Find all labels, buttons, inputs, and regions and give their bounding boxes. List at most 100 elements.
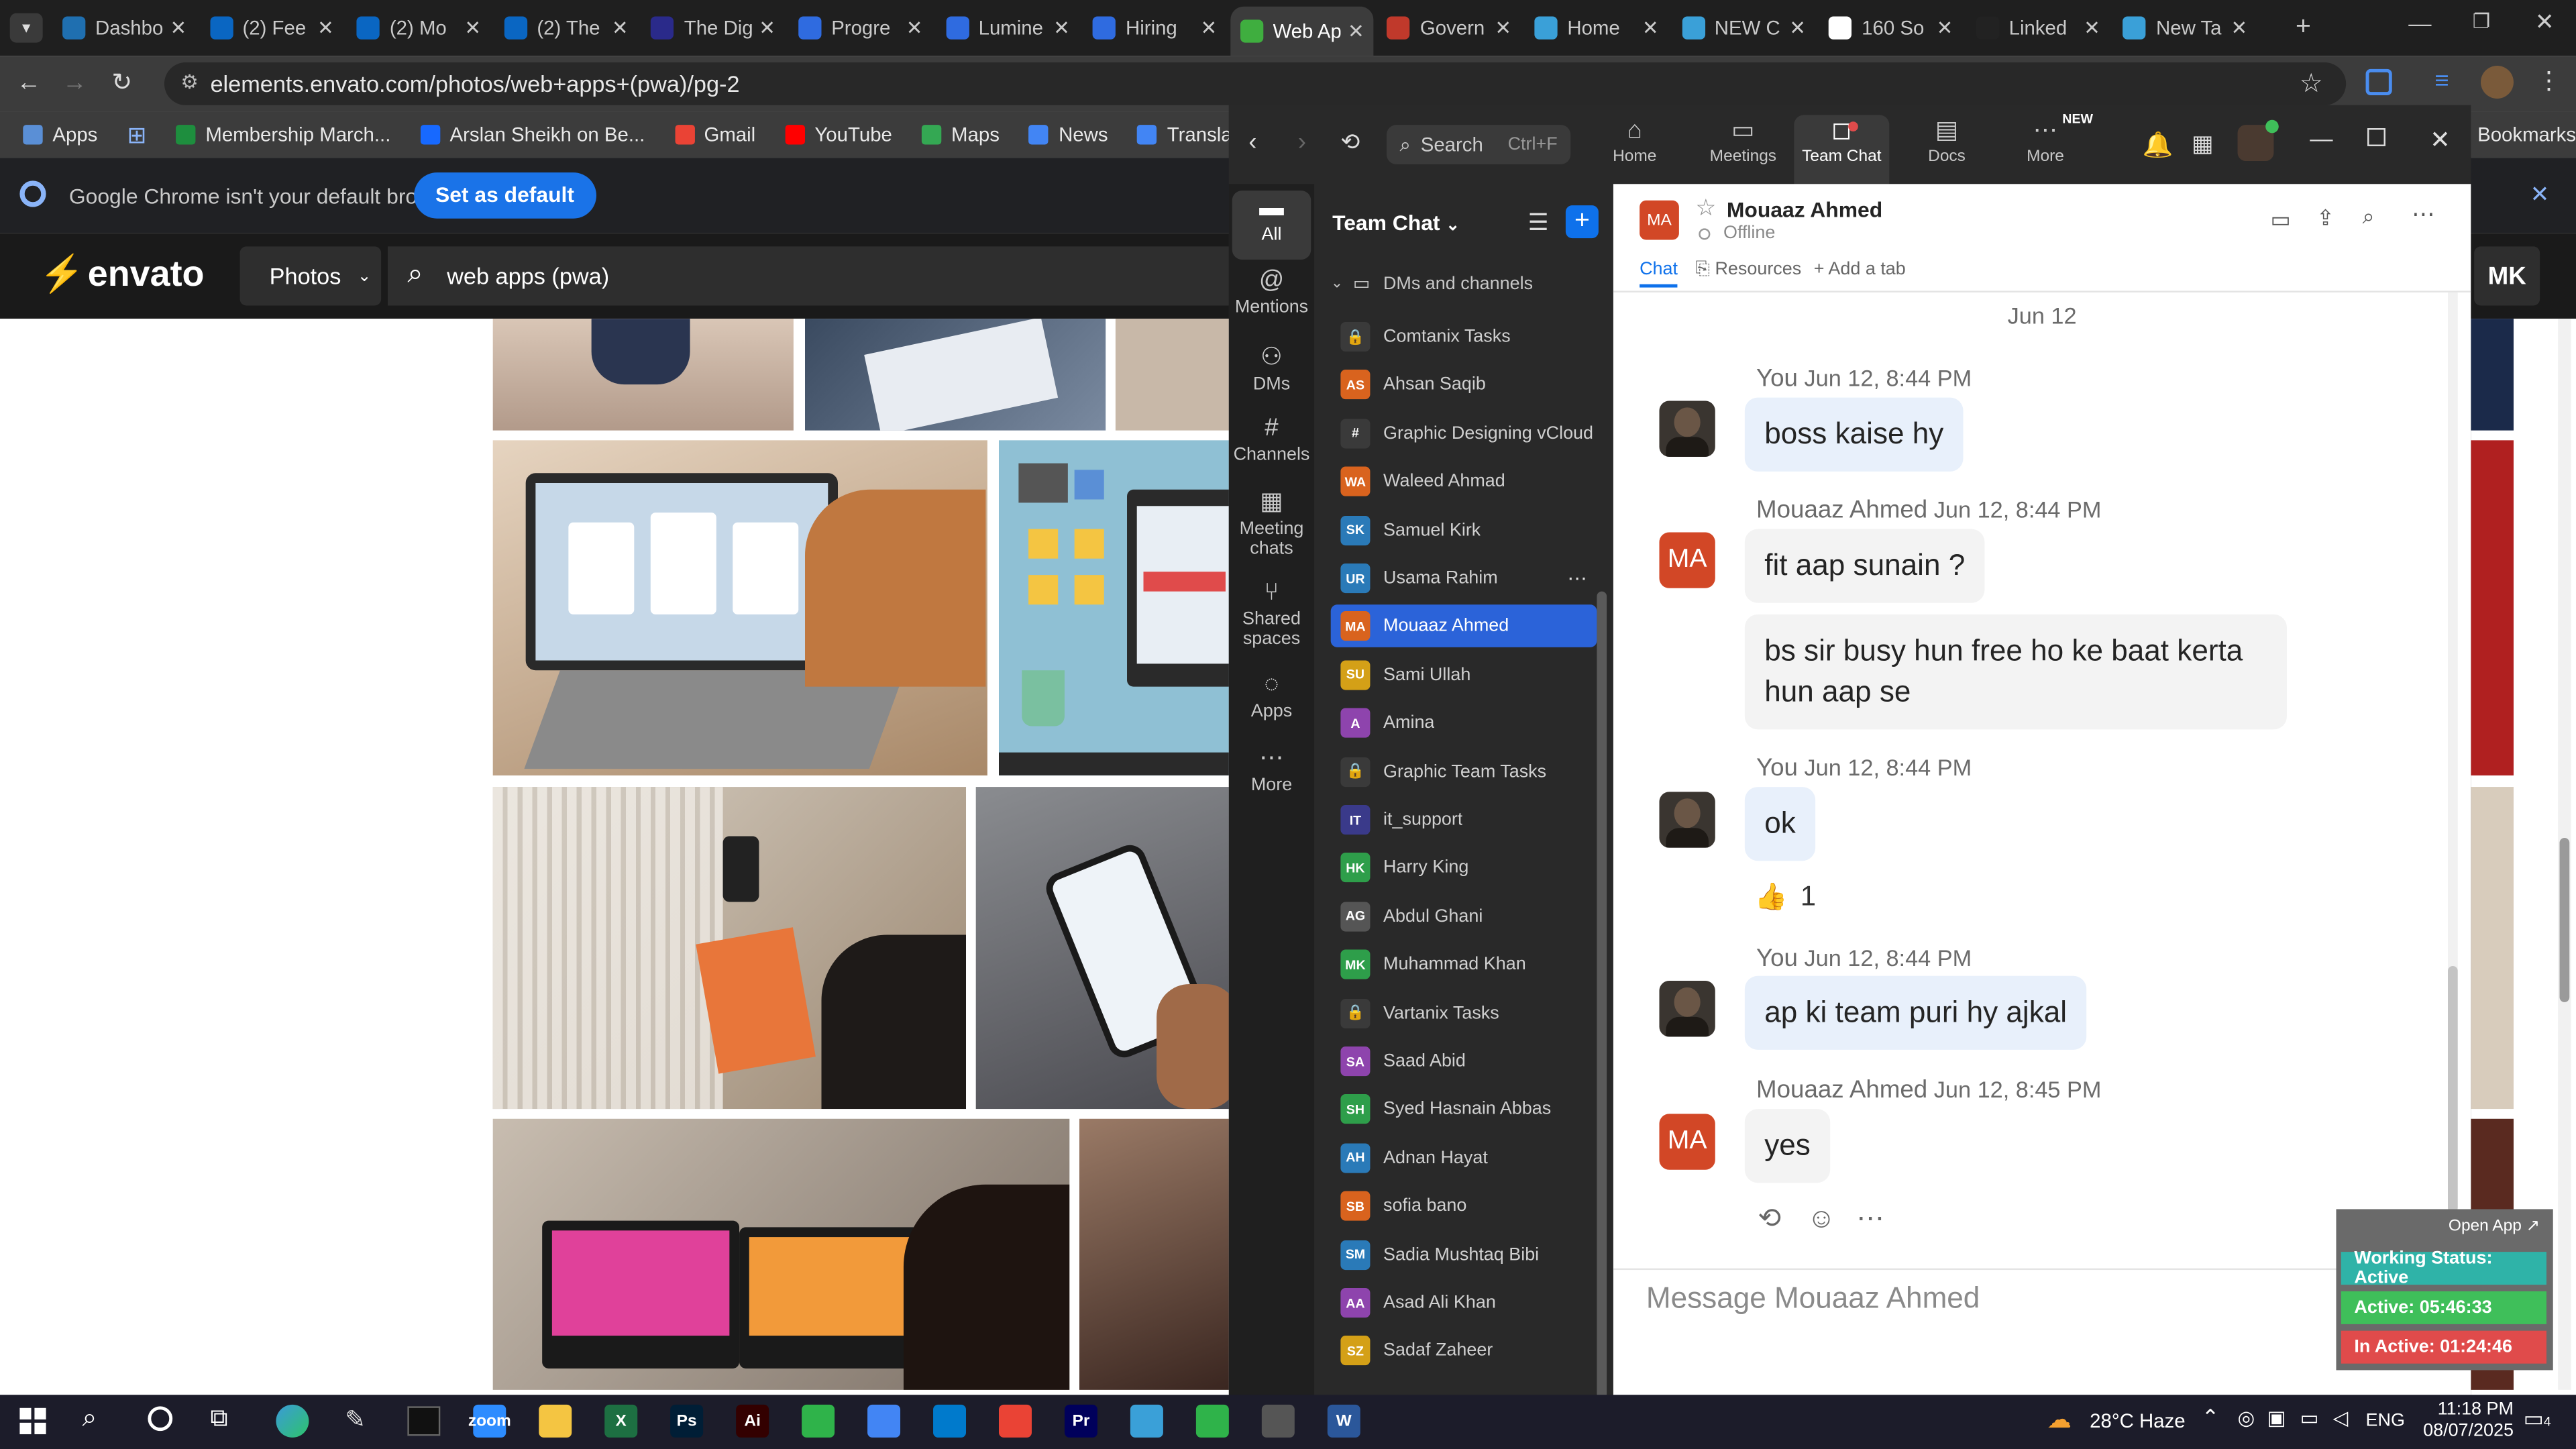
photo-tile[interactable]: [492, 1118, 1070, 1390]
windows-start-icon[interactable]: [19, 1407, 46, 1434]
close-tab-icon[interactable]: ✕: [317, 16, 334, 39]
browser-tab[interactable]: NEW C ✕: [1672, 7, 1816, 50]
apps-grid-icon[interactable]: ⊞: [127, 121, 146, 149]
chat-list-item[interactable]: SA Saad Abid: [1331, 1040, 1597, 1083]
photoshop-icon[interactable]: Ps: [670, 1404, 704, 1438]
chat-scrollbar-thumb[interactable]: [2448, 966, 2458, 1213]
chat-list-item[interactable]: AA Asad Ali Khan: [1331, 1281, 1597, 1324]
nav-tab-meetings[interactable]: ▭ Meetings: [1702, 115, 1784, 184]
chrome-icon[interactable]: [867, 1404, 901, 1438]
browser-tab[interactable]: Progre ✕: [789, 7, 933, 50]
message-bubble[interactable]: ok: [1744, 787, 1816, 861]
bookmark-item[interactable]: News: [1028, 123, 1108, 146]
rail-item-apps[interactable]: ◌ Apps: [1229, 670, 1314, 721]
bookmark-item[interactable]: Maps: [921, 123, 1000, 146]
forward-icon[interactable]: →: [62, 69, 87, 97]
reply-icon[interactable]: ⟲: [1758, 1203, 1781, 1236]
close-tab-icon[interactable]: ✕: [1053, 16, 1070, 39]
edge-icon[interactable]: [276, 1404, 309, 1438]
chat-list-item[interactable]: WA Waleed Ahmad: [1331, 460, 1597, 503]
address-bar[interactable]: ⚙ elements.envato.com/photos/web+apps+(p…: [164, 62, 2347, 105]
nav-tab-docs[interactable]: ▤ Docs: [1906, 115, 1988, 184]
close-tab-icon[interactable]: ✕: [1348, 19, 1364, 42]
profile-avatar[interactable]: [2237, 119, 2279, 162]
contact-name[interactable]: Mouaaz Ahmed: [1727, 197, 1882, 222]
back-icon[interactable]: ←: [16, 69, 41, 97]
chat-list-item[interactable]: # Graphic Designing vCloud: [1331, 412, 1597, 455]
chat-list-item[interactable]: 🔒 Vartanix Tasks: [1331, 991, 1597, 1034]
nav-back-icon[interactable]: ‹: [1248, 128, 1256, 156]
chat-list-item[interactable]: 🔒 Graphic Team Tasks: [1331, 750, 1597, 793]
tray-app-icon[interactable]: ◎: [2238, 1406, 2255, 1429]
all-bookmarks[interactable]: Bookmarks: [2477, 123, 2576, 146]
photo-tile[interactable]: [1079, 1118, 1229, 1390]
terminal-icon[interactable]: [407, 1406, 441, 1436]
page-scrollbar-thumb[interactable]: [2559, 837, 2570, 1002]
chat-list-item[interactable]: 🔒 Comtanix Tasks: [1331, 315, 1597, 358]
close-app-icon[interactable]: ✕: [2430, 125, 2451, 155]
close-tab-icon[interactable]: ✕: [1642, 16, 1659, 39]
premiere-icon[interactable]: Pr: [1064, 1404, 1097, 1438]
photo-tile[interactable]: [492, 787, 967, 1110]
rail-item-all[interactable]: ▬ All: [1229, 194, 1314, 245]
bookmark-item[interactable]: Gmail: [674, 123, 755, 146]
nav-forward-icon[interactable]: ›: [1298, 128, 1306, 156]
chat-list-item[interactable]: SH Syed Hasnain Abbas: [1331, 1088, 1597, 1131]
page-scrollbar[interactable]: [2558, 319, 2571, 1390]
message-bubble[interactable]: yes: [1744, 1109, 1831, 1183]
reload-icon[interactable]: ↻: [112, 67, 133, 97]
list-title[interactable]: Team Chat ⌄: [1332, 210, 1460, 235]
excel-icon[interactable]: X: [604, 1404, 638, 1438]
browser-tab[interactable]: Govern ✕: [1377, 7, 1521, 50]
message-bubble[interactable]: ap ki team puri hy ajkal: [1744, 975, 2087, 1050]
browser-tab[interactable]: (2) Fee ✕: [200, 7, 344, 50]
photo-tile[interactable]: [805, 319, 1106, 431]
browser-tab[interactable]: Dashbo ✕: [52, 7, 197, 50]
search-icon[interactable]: ⌕: [82, 1405, 97, 1434]
browser-tab[interactable]: (2) Mo ✕: [347, 7, 491, 50]
maximize-app-icon[interactable]: [2367, 128, 2385, 146]
close-tab-icon[interactable]: ✕: [1937, 16, 1953, 39]
bookmark-item[interactable]: YouTube: [785, 123, 892, 146]
filter-icon[interactable]: ☰: [1528, 209, 1549, 237]
open-app-link[interactable]: Open App ↗: [2449, 1218, 2540, 1236]
browser-tab[interactable]: Hiring ✕: [1083, 7, 1227, 50]
add-reaction-icon[interactable]: ☺: [1807, 1203, 1836, 1236]
new-chat-button[interactable]: +: [1565, 205, 1599, 239]
category-dropdown[interactable]: Photos ⌄: [239, 246, 382, 306]
rail-item-more[interactable]: ⋯ More: [1229, 743, 1314, 795]
task-view-icon[interactable]: ⧉: [210, 1405, 227, 1433]
minimize-window-button[interactable]: —: [2408, 10, 2431, 36]
video-call-icon[interactable]: ▭: [2271, 207, 2291, 233]
extensions-icon[interactable]: [2365, 68, 2392, 96]
close-tab-icon[interactable]: ✕: [2231, 16, 2248, 39]
user-avatar[interactable]: MK: [2474, 246, 2540, 306]
photo-tile[interactable]: [492, 440, 987, 775]
pen-icon[interactable]: ✎: [345, 1405, 366, 1434]
section-header[interactable]: ⌄ ▭ DMs and channels: [1331, 273, 1533, 294]
photo-tile[interactable]: [2471, 440, 2514, 775]
chat-list-item[interactable]: MA Mouaaz Ahmed: [1330, 605, 1597, 648]
volume-icon[interactable]: ◁: [2333, 1406, 2349, 1429]
close-tab-icon[interactable]: ✕: [170, 16, 187, 39]
more-options-icon[interactable]: ⋯: [2412, 201, 2434, 229]
browser-tab[interactable]: Linked ✕: [1966, 7, 2110, 50]
chat-scrollbar[interactable]: [2448, 292, 2458, 1279]
message-more-icon[interactable]: ⋯: [1856, 1203, 1884, 1236]
message-bubble[interactable]: bs sir busy hun free ho ke baat kerta hu…: [1744, 614, 2288, 730]
nav-tab-more[interactable]: ⋯ More NEW: [2004, 112, 2093, 184]
search-icon[interactable]: ⌕: [2363, 204, 2375, 230]
close-tab-icon[interactable]: ✕: [2084, 16, 2100, 39]
reaction-chip[interactable]: 👍 1: [1755, 881, 1817, 914]
chat-list-item[interactable]: AH Adnan Hayat: [1331, 1136, 1597, 1179]
word-icon[interactable]: W: [1327, 1404, 1360, 1438]
notifications-bell-icon[interactable]: 🔔: [2142, 129, 2173, 160]
tray-chevron-icon[interactable]: ⌃: [2202, 1405, 2220, 1431]
tray-app-icon[interactable]: ▣: [2267, 1406, 2286, 1429]
tab-resources[interactable]: ⎘ Resources: [1695, 260, 1801, 281]
bookmark-star-icon[interactable]: ☆: [2300, 67, 2323, 100]
rail-item-dms[interactable]: ⚇ DMs: [1229, 341, 1314, 394]
cortana-icon[interactable]: [148, 1406, 173, 1432]
photo-tile[interactable]: [492, 319, 794, 431]
browser-tab[interactable]: New Ta ✕: [2113, 7, 2257, 50]
